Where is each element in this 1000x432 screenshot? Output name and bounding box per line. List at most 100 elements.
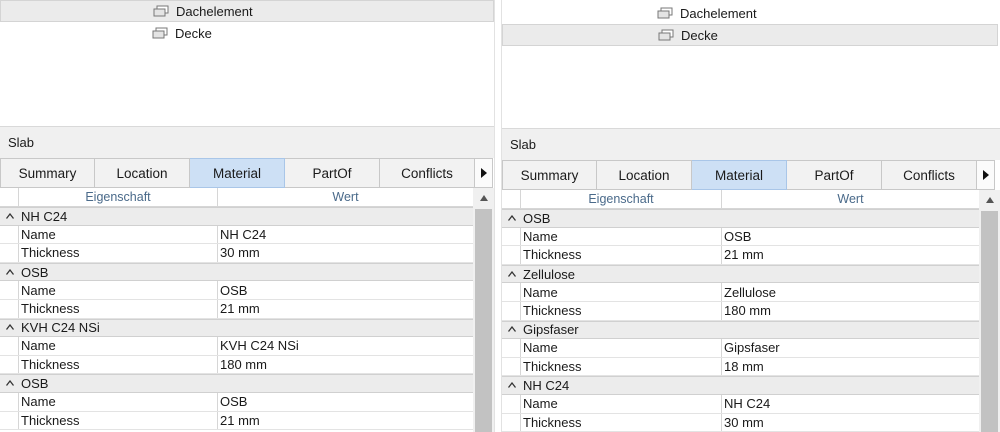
column-header-property[interactable]: Eigenschaft xyxy=(521,190,722,208)
property-tabs: Summary Location Material PartOf Conflic… xyxy=(502,160,995,190)
tab-material[interactable]: Material xyxy=(190,158,285,188)
tab-summary[interactable]: Summary xyxy=(0,158,95,188)
property-name: Name xyxy=(521,283,722,301)
row-gutter xyxy=(502,413,521,432)
collapse-caret-icon[interactable] xyxy=(0,211,19,222)
property-row[interactable]: Name OSB xyxy=(0,281,473,300)
property-name: Name xyxy=(19,337,218,355)
property-name: Thickness xyxy=(19,244,218,262)
row-gutter xyxy=(0,392,19,411)
material-group-row[interactable]: NH C24 xyxy=(502,376,979,395)
section-title-label: Slab xyxy=(510,137,537,152)
property-row[interactable]: Name KVH C24 NSi xyxy=(0,337,473,356)
property-row[interactable]: Name NH C24 xyxy=(0,225,473,245)
column-header-value[interactable]: Wert xyxy=(218,188,473,206)
property-row[interactable]: Name OSB xyxy=(0,392,473,412)
tab-scroll-right-icon[interactable] xyxy=(475,158,493,188)
property-tabs: Summary Location Material PartOf Conflic… xyxy=(0,158,493,188)
material-group-label: Gipsfaser xyxy=(523,322,579,338)
row-gutter xyxy=(502,301,521,320)
material-group-row[interactable]: Zellulose xyxy=(502,264,979,284)
scroll-up-arrow-icon[interactable] xyxy=(979,190,1000,209)
property-row[interactable]: Thickness 30 mm xyxy=(502,413,979,432)
property-row[interactable]: Thickness 180 mm xyxy=(502,301,979,321)
property-name: Name xyxy=(521,227,722,246)
material-group-row[interactable]: OSB xyxy=(0,374,473,393)
row-gutter xyxy=(502,283,521,301)
tab-scroll-right-icon[interactable] xyxy=(977,160,995,190)
property-row[interactable]: Name NH C24 xyxy=(502,394,979,414)
property-name: Name xyxy=(521,339,722,357)
section-title-label: Slab xyxy=(8,135,35,150)
material-group-row[interactable]: OSB xyxy=(0,262,473,282)
tree-item-dachelement[interactable]: Dachelement xyxy=(0,0,494,22)
material-group-row[interactable]: NH C24 xyxy=(0,207,473,226)
tab-partof[interactable]: PartOf xyxy=(787,160,882,190)
material-group-row[interactable]: OSB xyxy=(502,209,979,228)
material-group-label: OSB xyxy=(21,264,49,280)
row-gutter xyxy=(502,394,521,413)
property-value: OSB xyxy=(220,394,248,410)
row-gutter xyxy=(502,339,521,357)
vertical-scrollbar[interactable] xyxy=(473,188,494,432)
right-panel: Dachelement Decke Slab Summary Location … xyxy=(502,0,1000,432)
tab-location[interactable]: Location xyxy=(95,158,190,188)
material-group-label: KVH C24 NSi xyxy=(21,320,100,336)
scrollbar-thumb[interactable] xyxy=(981,211,998,432)
property-grid: Eigenschaft Wert NH C24 Name NH C24 Thickne… xyxy=(0,188,494,432)
tree-item-decke[interactable]: Decke xyxy=(502,24,998,46)
row-gutter xyxy=(0,225,19,244)
scroll-up-arrow-icon[interactable] xyxy=(473,188,494,207)
row-gutter xyxy=(502,246,521,264)
tree-item-label: Decke xyxy=(681,27,718,43)
material-group-row[interactable]: KVH C24 NSi xyxy=(0,318,473,338)
row-gutter xyxy=(502,357,521,376)
property-row[interactable]: Name OSB xyxy=(502,227,979,247)
left-panel: Dachelement Decke Slab Summary Location … xyxy=(0,0,494,432)
property-value: 180 mm xyxy=(724,303,771,319)
collapse-caret-icon[interactable] xyxy=(0,267,19,278)
grid-rows: OSB Name OSB Thickness 21 mm Zellulose Name Zel… xyxy=(502,209,979,432)
property-name: Thickness xyxy=(19,411,218,430)
collapse-caret-icon[interactable] xyxy=(0,378,19,389)
property-row[interactable]: Thickness 21 mm xyxy=(0,411,473,431)
element-tree: Dachelement Decke xyxy=(502,0,1000,126)
property-row[interactable]: Thickness 21 mm xyxy=(0,299,473,319)
row-gutter xyxy=(0,244,19,262)
material-group-row[interactable]: Gipsfaser xyxy=(502,320,979,340)
property-row[interactable]: Name Zellulose xyxy=(502,283,979,302)
vertical-scrollbar[interactable] xyxy=(979,190,1000,432)
tab-partof[interactable]: PartOf xyxy=(285,158,380,188)
element-tree: Dachelement Decke xyxy=(0,0,494,126)
tab-location[interactable]: Location xyxy=(597,160,692,190)
collapse-caret-icon[interactable] xyxy=(502,380,521,391)
section-title: Slab xyxy=(502,128,1000,160)
collapse-caret-icon[interactable] xyxy=(502,324,521,335)
collapse-caret-icon[interactable] xyxy=(502,269,521,280)
tab-material[interactable]: Material xyxy=(692,160,787,190)
tree-item-dachelement[interactable]: Dachelement xyxy=(502,2,998,24)
tab-summary[interactable]: Summary xyxy=(502,160,597,190)
property-row[interactable]: Thickness 180 mm xyxy=(0,355,473,375)
tab-conflicts[interactable]: Conflicts xyxy=(882,160,977,190)
tab-conflicts[interactable]: Conflicts xyxy=(380,158,475,188)
property-row[interactable]: Thickness 21 mm xyxy=(502,246,979,265)
tree-item-decke[interactable]: Decke xyxy=(0,22,494,44)
property-value: 30 mm xyxy=(220,245,260,261)
pane-divider[interactable] xyxy=(494,0,502,432)
grid-rows: NH C24 Name NH C24 Thickness 30 mm OSB Name OSB… xyxy=(0,207,473,431)
column-header-property[interactable]: Eigenschaft xyxy=(19,188,218,206)
slab-element-icon xyxy=(153,5,169,17)
row-gutter xyxy=(502,227,521,246)
collapse-caret-icon[interactable] xyxy=(502,213,521,224)
property-value: NH C24 xyxy=(724,396,771,412)
scrollbar-thumb[interactable] xyxy=(475,209,492,432)
property-value: OSB xyxy=(724,228,752,244)
material-group-label: Zellulose xyxy=(523,266,576,282)
property-name: Thickness xyxy=(521,413,722,432)
column-header-value[interactable]: Wert xyxy=(722,190,979,208)
collapse-caret-icon[interactable] xyxy=(0,322,19,333)
property-row[interactable]: Thickness 30 mm xyxy=(0,244,473,263)
property-row[interactable]: Name Gipsfaser xyxy=(502,339,979,358)
property-row[interactable]: Thickness 18 mm xyxy=(502,357,979,377)
